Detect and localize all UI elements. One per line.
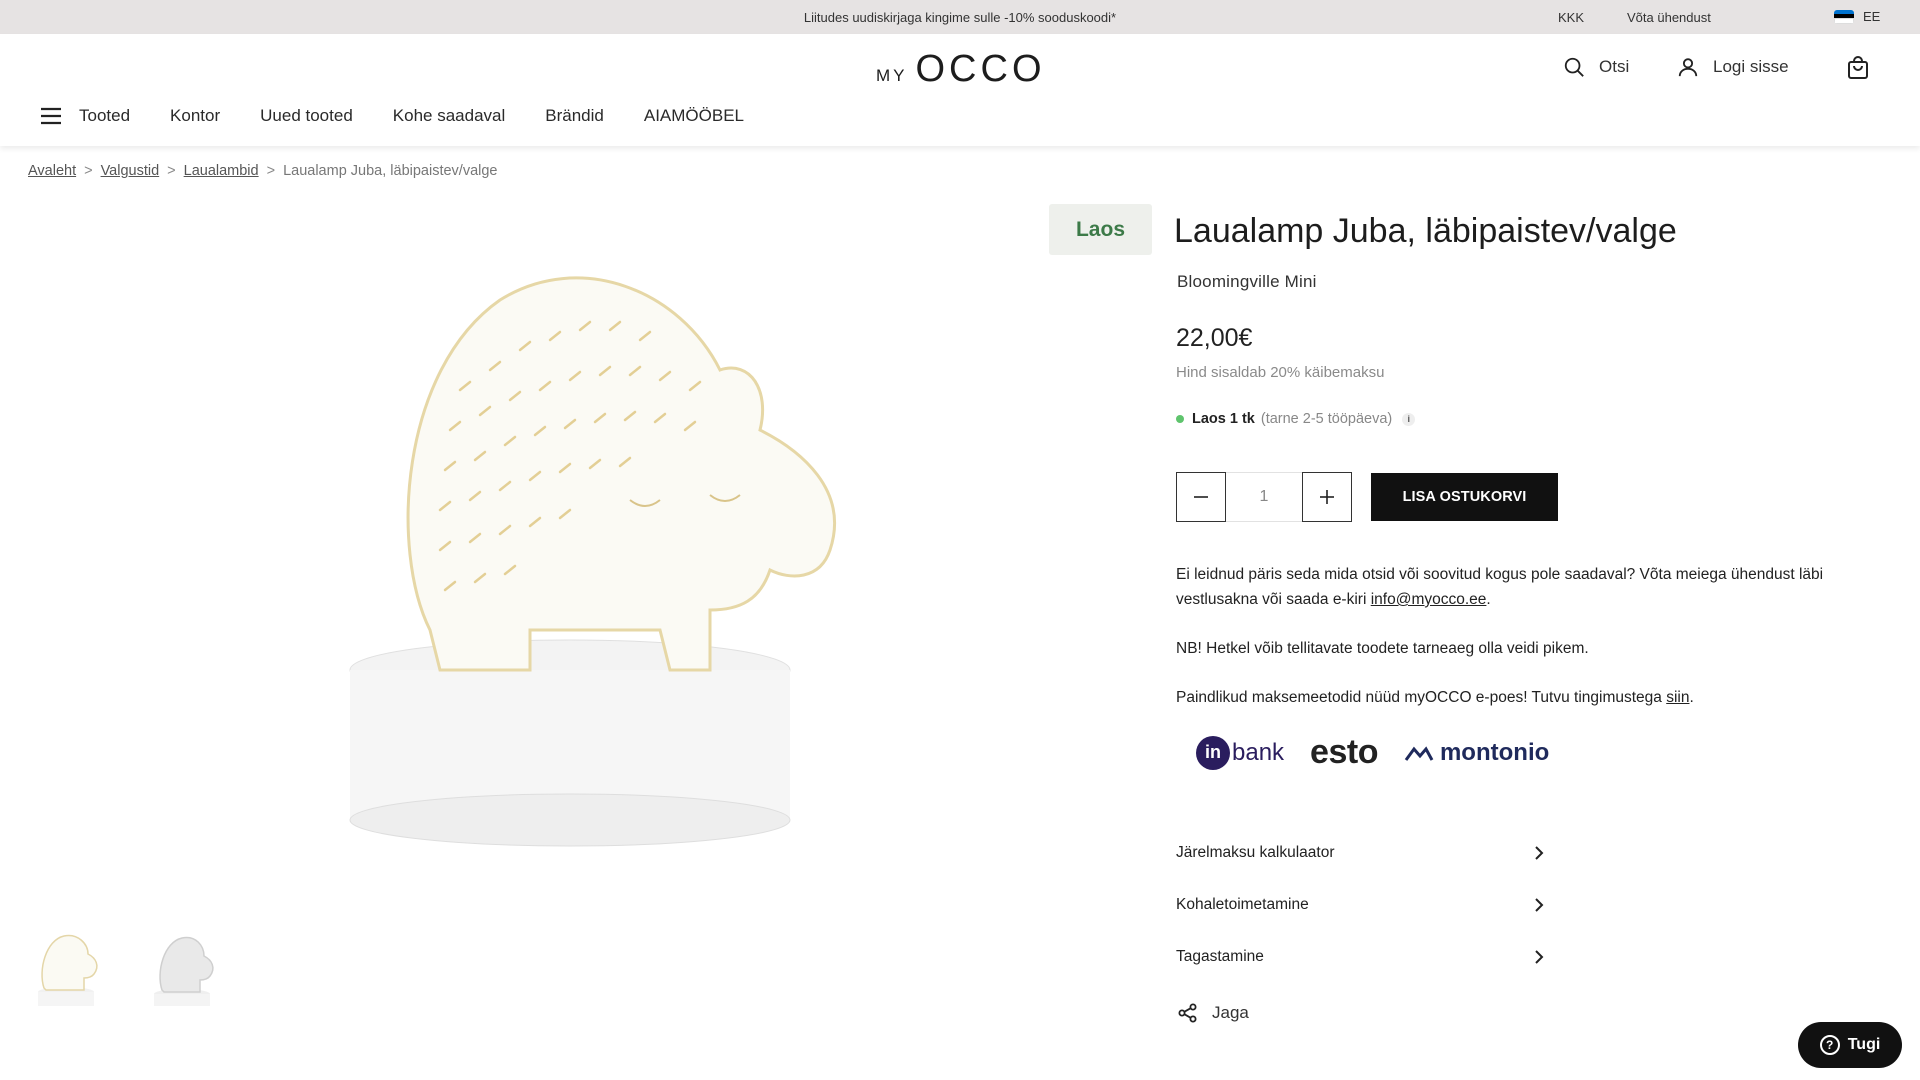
accordion-label: Kohaletoimetamine <box>1176 896 1309 913</box>
chevron-right-icon <box>1535 950 1544 964</box>
nav-label-products: Tooted <box>79 106 131 125</box>
search-icon <box>1564 57 1584 77</box>
login-label: Logi sisse <box>1713 57 1789 76</box>
delivery-notice: NB! Hetkel võib tellitavate toodete tarn… <box>1176 640 1589 657</box>
breadcrumb: Avaleht > Valgustid > Laualambid > Laual… <box>28 163 498 179</box>
contact-text: Ei leidnud päris seda mida otsid või soo… <box>1176 566 1824 608</box>
contact-text-end: . <box>1486 591 1491 608</box>
nav-item-office[interactable]: Kontor <box>170 106 220 126</box>
hedgehog-lamp-image <box>349 276 837 847</box>
breadcrumb-separator: > <box>167 163 176 179</box>
inbank-logo: in bank <box>1196 735 1285 770</box>
nav-item-brands[interactable]: Brändid <box>545 106 604 126</box>
accordion-label: Järelmaksu kalkulaator <box>1176 844 1335 861</box>
breadcrumb-separator: > <box>266 163 276 179</box>
accordion-label: Tagastamine <box>1176 948 1264 965</box>
search-button[interactable]: Otsi <box>1563 56 1629 78</box>
share-icon <box>1178 1003 1197 1023</box>
inbank-mark: in <box>1196 735 1230 770</box>
thumbnail-lamp-grey[interactable] <box>152 930 218 1010</box>
breadcrumb-home[interactable]: Avaleht <box>28 163 76 179</box>
montonio-icon <box>1404 745 1434 761</box>
stock-quantity: Laos 1 tk <box>1192 411 1255 427</box>
myocco-logo[interactable]: MY OCCO <box>876 48 1046 91</box>
nav-item-products[interactable]: Tooted <box>40 106 130 126</box>
product-price: 22,00€ <box>1176 324 1253 352</box>
plus-icon <box>1320 490 1334 504</box>
nav-item-new-products[interactable]: Uued tooted <box>260 106 353 126</box>
user-icon <box>1678 58 1698 77</box>
logo-my: MY <box>876 66 908 85</box>
estonian-flag-icon <box>1834 9 1854 24</box>
payment-text-end: . <box>1689 689 1694 706</box>
help-icon: ? <box>1819 1035 1840 1055</box>
breadcrumb-table-lamps[interactable]: Laualambid <box>184 163 259 179</box>
language-switcher[interactable]: EE <box>1834 9 1880 24</box>
increase-quantity-button[interactable] <box>1302 472 1352 522</box>
thumbnail-image <box>38 934 98 1006</box>
info-icon[interactable]: i <box>1402 412 1416 426</box>
support-chat-button[interactable]: ? Tugi <box>1798 1022 1902 1068</box>
payment-text: Paindlikud maksemeetodid nüüd myOCCO e-p… <box>1176 689 1667 706</box>
montonio-text: montonio <box>1439 738 1550 766</box>
hamburger-menu-icon <box>41 107 61 125</box>
support-label: Tugi <box>1847 1036 1881 1053</box>
add-to-cart-button[interactable]: LISA OSTUKORVI <box>1371 473 1558 521</box>
share-button[interactable]: Jaga <box>1178 1003 1249 1023</box>
faq-link[interactable]: KKK <box>1558 10 1584 25</box>
thumbnail-strip <box>36 930 218 1010</box>
site-header: MY OCCO Otsi Logi sisse Tooted Kontor Uu… <box>0 34 1920 146</box>
product-main-image[interactable] <box>330 250 850 850</box>
esto-logo: esto <box>1310 733 1378 771</box>
stock-status: Laos 1 tk (tarne 2-5 tööpäeva) i <box>1176 411 1416 427</box>
shopping-bag-icon <box>1848 56 1868 79</box>
breadcrumb-separator: > <box>84 163 93 179</box>
accordion-delivery[interactable]: Kohaletoimetamine <box>1176 896 1544 914</box>
delivery-time: (tarne 2-5 tööpäeva) <box>1260 411 1393 427</box>
chevron-right-icon <box>1535 898 1544 912</box>
payment-methods-text: Paindlikud maksemeetodid nüüd myOCCO e-p… <box>1176 685 1896 710</box>
in-stock-badge: Laos <box>1049 204 1152 255</box>
share-label: Jaga <box>1212 1003 1249 1022</box>
chevron-right-icon <box>1535 846 1544 860</box>
cart-button[interactable] <box>1846 56 1870 85</box>
product-brand[interactable]: Bloomingville Mini <box>1177 272 1317 292</box>
inbank-text: bank <box>1232 738 1285 766</box>
quantity-stepper <box>1176 472 1352 522</box>
announcement-bar: Liitudes uudiskirjaga kingime sulle -10%… <box>0 0 1920 34</box>
thumbnail-image <box>154 936 214 1006</box>
terms-link[interactable]: siin <box>1666 689 1689 706</box>
contact-link[interactable]: Võta ühendust <box>1627 10 1711 25</box>
accordion-returns[interactable]: Tagastamine <box>1176 948 1544 966</box>
email-link[interactable]: info@myocco.ee <box>1371 591 1487 608</box>
login-button[interactable]: Logi sisse <box>1677 56 1789 78</box>
product-title: Laualamp Juba, läbipaistev/valge <box>1174 212 1677 250</box>
breadcrumb-lighting[interactable]: Valgustid <box>101 163 160 179</box>
decrease-quantity-button[interactable] <box>1176 472 1226 522</box>
thumbnail-lamp-front[interactable] <box>36 930 102 1010</box>
montonio-logo: montonio <box>1404 739 1549 767</box>
accordion-installment-calculator[interactable]: Järelmaksu kalkulaator <box>1176 844 1544 862</box>
main-navigation: Tooted Kontor Uued tooted Kohe saadaval … <box>40 106 784 126</box>
logo-occo: OCCO <box>915 48 1046 90</box>
nav-item-in-stock[interactable]: Kohe saadaval <box>393 106 505 126</box>
payment-logos: in bank esto montonio <box>1196 733 1549 772</box>
contact-info-text: Ei leidnud päris seda mida otsid või soo… <box>1176 562 1896 612</box>
nav-item-garden-furniture[interactable]: AIAMÖÖBEL <box>644 106 744 126</box>
search-label: Otsi <box>1599 57 1630 76</box>
stock-dot-icon <box>1176 415 1184 423</box>
breadcrumb-current: Laualamp Juba, läbipaistev/valge <box>283 163 498 179</box>
vat-note: Hind sisaldab 20% käibemaksu <box>1176 364 1385 381</box>
quantity-input[interactable] <box>1226 472 1302 522</box>
minus-icon <box>1194 496 1208 498</box>
language-label: EE <box>1863 9 1881 24</box>
